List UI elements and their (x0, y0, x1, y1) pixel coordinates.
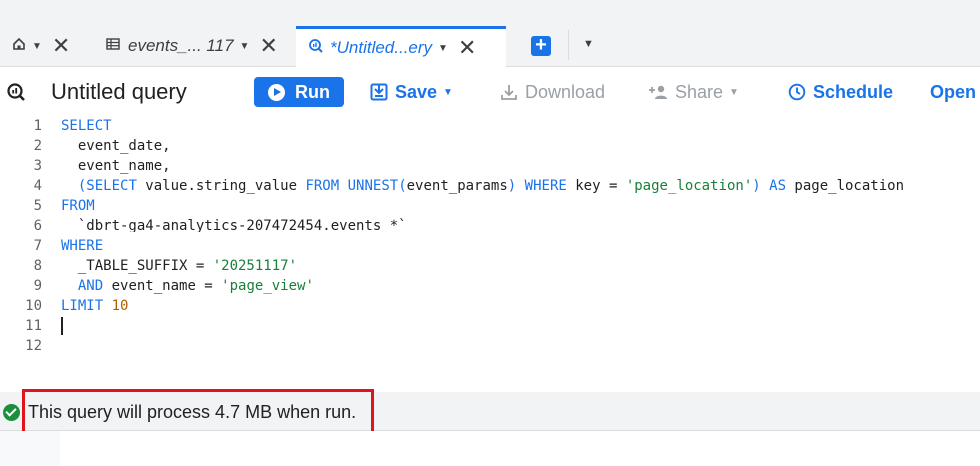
download-icon (500, 83, 518, 101)
table-icon (106, 36, 120, 56)
divider (568, 30, 569, 60)
schedule-button[interactable]: Schedule (788, 80, 893, 104)
line-number: 9 (33, 278, 42, 294)
line-number: 6 (33, 218, 42, 234)
line-number: 1 (33, 118, 42, 134)
run-label: Run (295, 81, 330, 102)
text-cursor (61, 317, 63, 335)
code-line: SELECT (61, 118, 112, 134)
share-button[interactable]: Share ▼ (648, 80, 739, 104)
tab-label: *Untitled...ery (330, 38, 433, 57)
save-icon (370, 83, 388, 101)
code-line: (SELECT value.string_value FROM UNNEST(e… (77, 178, 905, 194)
line-number: 4 (33, 178, 42, 194)
download-button[interactable]: Download (500, 80, 605, 104)
tab-events-table[interactable]: events_... 117 ▼ ✕ (106, 26, 278, 66)
add-person-icon (648, 84, 668, 100)
open-label: Open (930, 81, 977, 102)
schedule-label: Schedule (813, 81, 894, 102)
tab-label: events_... 117 (128, 36, 234, 55)
add-tab-button[interactable]: + (531, 35, 551, 56)
close-tab-icon[interactable]: ✕ (259, 35, 277, 57)
tab-strip: ▼ ✕ events_... 117 ▼ ✕ *Untitled...ery ▼… (0, 0, 980, 67)
chevron-down-icon[interactable]: ▼ (240, 41, 250, 52)
tab-untitled-query[interactable]: *Untitled...ery ▼ ✕ (296, 26, 506, 67)
download-label: Download (525, 81, 606, 102)
line-number: 12 (25, 338, 42, 354)
line-number: 11 (25, 318, 42, 334)
chevron-down-icon: ▼ (729, 86, 739, 98)
code-line: _TABLE_SUFFIX = '20251117' (61, 258, 298, 274)
close-tab-icon[interactable]: ✕ (458, 37, 476, 59)
chevron-down-icon[interactable]: ▼ (32, 41, 42, 52)
share-label: Share (675, 81, 724, 102)
query-icon (6, 82, 26, 107)
open-button[interactable]: Open (930, 80, 976, 104)
sql-editor[interactable]: 1 2 3 4 5 6 7 8 9 10 11 12 SELECT event_… (0, 115, 980, 391)
code-line: event_date, (61, 138, 171, 154)
line-number: 2 (33, 138, 42, 154)
results-area (60, 431, 980, 466)
lower-gutter (0, 431, 60, 466)
chevron-down-icon[interactable]: ▼ (438, 43, 448, 54)
code-line: LIMIT 10 (61, 298, 129, 314)
play-icon (268, 83, 285, 101)
save-button[interactable]: Save ▼ (370, 80, 453, 104)
close-tab-icon[interactable]: ✕ (52, 35, 70, 57)
code-line: AND event_name = 'page_view' (77, 278, 314, 294)
line-number: 8 (33, 258, 42, 274)
code-line: `dbrt-ga4-analytics-207472454.events_*` (61, 218, 407, 232)
tab-home[interactable]: ▼ ✕ (12, 26, 70, 66)
home-icon (12, 36, 26, 56)
line-number: 7 (33, 238, 42, 254)
more-tabs-chevron-icon[interactable]: ▼ (583, 38, 594, 50)
run-button[interactable]: Run (254, 77, 344, 107)
code-line: FROM (61, 198, 95, 214)
save-label: Save (395, 81, 438, 102)
page-title: Untitled query (51, 79, 187, 104)
line-number: 10 (25, 298, 42, 314)
line-number: 5 (33, 198, 42, 214)
query-icon (308, 38, 324, 59)
code-line: event_name, (61, 158, 171, 174)
code-line: WHERE (61, 238, 104, 254)
line-number: 3 (33, 158, 42, 174)
clock-icon (788, 83, 806, 101)
chevron-down-icon: ▼ (443, 86, 453, 98)
check-circle-icon (3, 404, 20, 421)
